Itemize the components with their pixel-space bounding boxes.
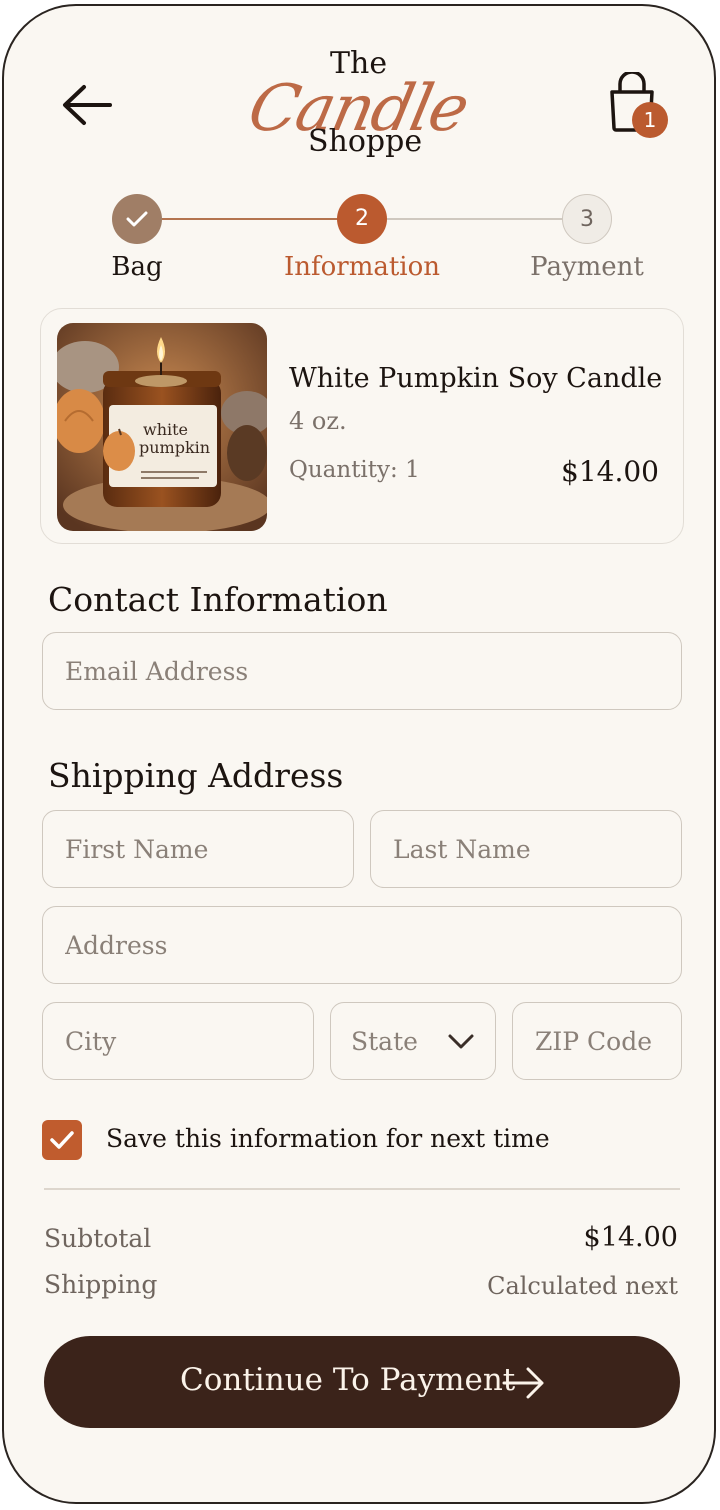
shipping-section-title: Shipping Address xyxy=(48,756,344,795)
contact-section-title: Contact Information xyxy=(48,580,388,619)
step-connector-upcoming xyxy=(386,218,566,220)
city-field-wrapper xyxy=(42,1002,314,1080)
order-item-card: white pumpkin White Pumpkin Soy Candle 4… xyxy=(40,308,684,544)
state-select[interactable]: State xyxy=(330,1002,496,1080)
phone-screen: The Candle Shoppe 1 2 3 Bag Information … xyxy=(2,4,716,1504)
step-bag-label[interactable]: Bag xyxy=(37,252,237,282)
cart-count-badge: 1 xyxy=(632,102,668,138)
step-connector-complete xyxy=(162,218,342,220)
arrow-right-icon xyxy=(502,1367,544,1399)
step-payment-label: Payment xyxy=(530,252,644,282)
city-input[interactable] xyxy=(43,1003,313,1079)
continue-button-label: Continue To Payment xyxy=(180,1362,516,1398)
step-payment-circle: 3 xyxy=(562,194,612,244)
zip-field-wrapper xyxy=(512,1002,682,1080)
jar-label-line1: white xyxy=(143,420,188,439)
shop-logo[interactable]: The Candle Shoppe xyxy=(242,46,473,166)
chevron-down-icon xyxy=(448,1034,474,1049)
step-bag-circle[interactable] xyxy=(112,194,162,244)
save-info-checkbox[interactable] xyxy=(42,1120,82,1160)
product-price: $14.00 xyxy=(561,455,659,488)
step-information-label: Information xyxy=(283,252,441,282)
zip-input[interactable] xyxy=(513,1003,681,1079)
address-field-wrapper xyxy=(42,906,682,984)
email-input[interactable] xyxy=(43,633,681,709)
address-input[interactable] xyxy=(43,907,681,983)
check-icon xyxy=(126,211,148,227)
email-field-wrapper xyxy=(42,632,682,710)
subtotal-label: Subtotal xyxy=(44,1224,152,1253)
back-button[interactable] xyxy=(60,82,114,128)
state-select-label: State xyxy=(351,1027,418,1056)
jar-label-line2: pumpkin xyxy=(139,438,210,457)
last-name-field-wrapper xyxy=(370,810,682,888)
first-name-input[interactable] xyxy=(43,811,353,887)
product-quantity: Quantity: 1 xyxy=(289,457,420,483)
product-name: White Pumpkin Soy Candle xyxy=(289,363,663,394)
last-name-input[interactable] xyxy=(371,811,681,887)
cart-button[interactable]: 1 xyxy=(604,72,674,144)
logo-shoppe: Shoppe xyxy=(308,124,423,159)
first-name-field-wrapper xyxy=(42,810,354,888)
product-image: white pumpkin xyxy=(57,323,267,531)
arrow-left-icon xyxy=(63,85,112,125)
step-information-circle: 2 xyxy=(337,194,387,244)
continue-to-payment-button[interactable]: Continue To Payment xyxy=(44,1336,680,1428)
product-size: 4 oz. xyxy=(289,407,347,435)
shipping-label: Shipping xyxy=(44,1270,158,1299)
shipping-value: Calculated next xyxy=(487,1272,678,1300)
checkmark-icon xyxy=(50,1131,74,1149)
save-info-label: Save this information for next time xyxy=(106,1124,550,1153)
summary-divider xyxy=(44,1188,680,1190)
subtotal-value: $14.00 xyxy=(583,1222,678,1253)
checkout-progress: 2 3 Bag Information Payment xyxy=(4,192,714,292)
save-info-checkbox-row[interactable]: Save this information for next time xyxy=(42,1120,642,1164)
